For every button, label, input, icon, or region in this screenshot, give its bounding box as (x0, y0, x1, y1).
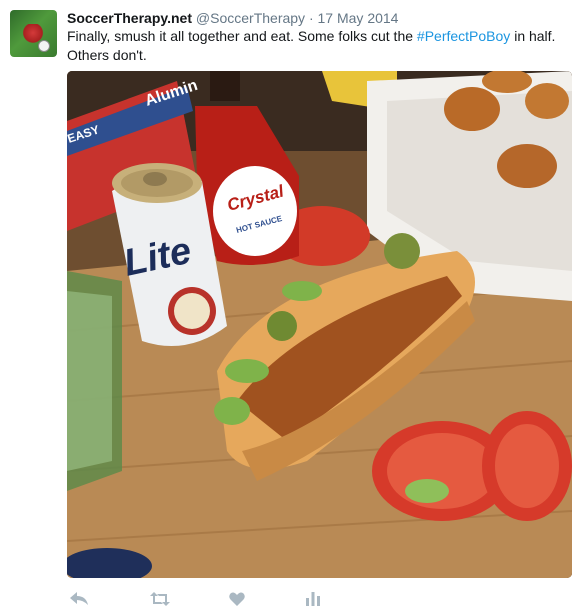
reply-icon (70, 592, 88, 605)
user-handle[interactable]: @SoccerTherapy (196, 10, 305, 26)
tweet-photo[interactable]: Alumin EASY Crystal HOT SAUCE Lite (67, 71, 572, 578)
tweet-actions (67, 588, 367, 610)
avatar[interactable] (10, 10, 57, 57)
hashtag-link[interactable]: #PerfectPoBoy (417, 28, 510, 44)
retweet-button[interactable] (148, 588, 172, 610)
bar-chart-icon (306, 592, 320, 606)
header-separator: · (308, 10, 314, 26)
display-name[interactable]: SoccerTherapy.net (67, 10, 192, 26)
tweet-text-start: Finally, smush it all together and eat. … (67, 28, 417, 44)
tweet-date[interactable]: 17 May 2014 (318, 10, 399, 26)
analytics-button[interactable] (301, 588, 325, 610)
reply-button[interactable] (67, 588, 91, 610)
like-button[interactable] (225, 588, 249, 610)
avatar-ball (38, 40, 50, 52)
tweet-text: Finally, smush it all together and eat. … (67, 27, 567, 65)
retweet-icon (150, 592, 170, 606)
tweet-header: SoccerTherapy.net @SoccerTherapy · 17 Ma… (67, 9, 398, 27)
heart-icon (229, 592, 245, 606)
